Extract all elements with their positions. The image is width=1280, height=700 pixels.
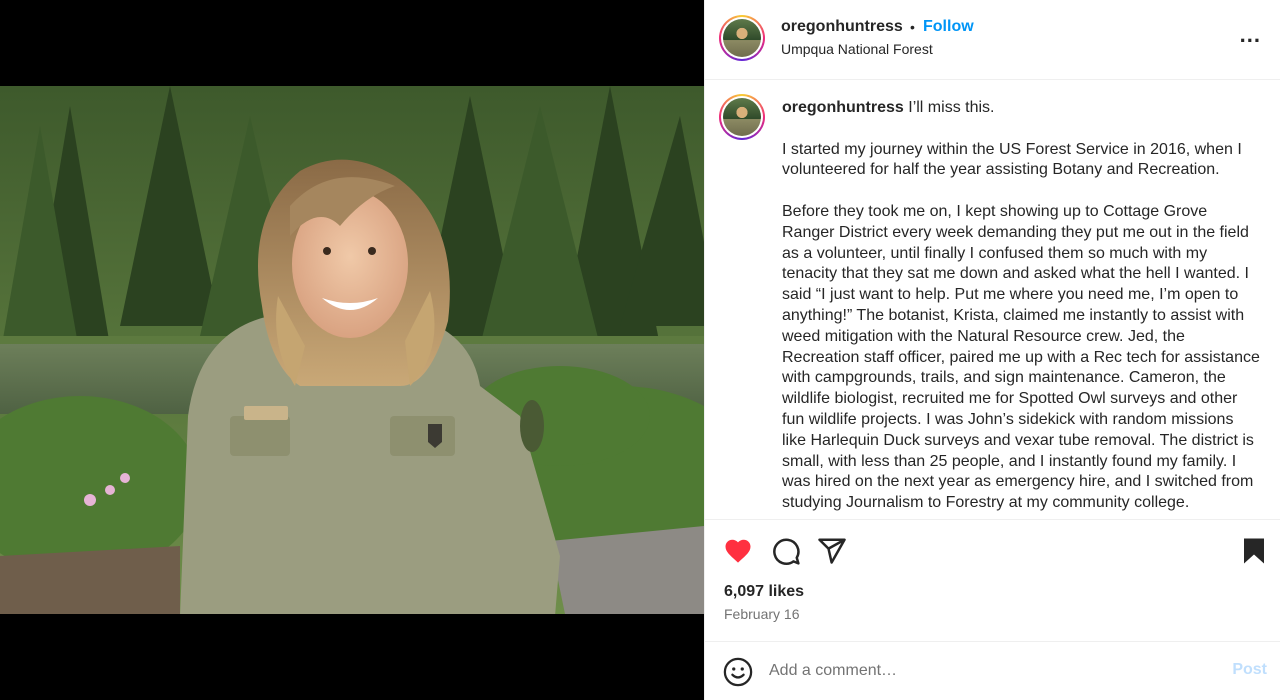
avatar-image	[723, 98, 761, 136]
forest-ranger-photo	[0, 86, 704, 614]
comment-box: Post	[705, 641, 1280, 700]
smiley-icon[interactable]	[723, 657, 753, 687]
avatar-image	[723, 19, 761, 57]
post-comment-button[interactable]: Post	[1232, 661, 1267, 679]
post-caption: oregonhuntress I’ll miss this. I started…	[705, 80, 1280, 520]
bookmark-filled-icon[interactable]	[1239, 536, 1269, 566]
comment-input[interactable]	[769, 658, 1209, 684]
caption-author-avatar[interactable]	[719, 94, 765, 140]
caption-paragraph-1: I started my journey within the US Fores…	[782, 140, 1242, 179]
author-username[interactable]: oregonhuntress	[781, 18, 903, 36]
post-date[interactable]: February 16	[724, 606, 799, 622]
instagram-post-modal: oregonhuntress • Follow Umpqua National …	[0, 0, 1280, 700]
post-details-panel: oregonhuntress • Follow Umpqua National …	[704, 0, 1280, 700]
post-media	[0, 0, 704, 700]
avatar-ring-inner	[721, 96, 763, 138]
follow-button[interactable]: Follow	[923, 18, 974, 36]
caption-opening: I’ll miss this.	[908, 99, 995, 116]
avatar-ring-inner	[721, 17, 763, 59]
separator-dot: •	[910, 19, 915, 35]
post-header: oregonhuntress • Follow Umpqua National …	[705, 0, 1280, 80]
caption-paragraph-2: Before they took me on, I kept showing u…	[782, 202, 1260, 512]
paper-plane-icon[interactable]	[817, 536, 847, 566]
heart-filled-icon[interactable]	[723, 536, 753, 566]
post-photo[interactable]	[0, 86, 704, 614]
caption-username[interactable]: oregonhuntress	[782, 99, 904, 116]
author-avatar[interactable]	[719, 15, 765, 61]
likes-count[interactable]: 6,097 likes	[724, 583, 804, 601]
action-bar	[705, 520, 1280, 580]
caption-first-line: oregonhuntress I’ll miss this.	[782, 98, 1260, 119]
post-location[interactable]: Umpqua National Forest	[781, 41, 933, 57]
more-options-icon[interactable]: ...	[1240, 22, 1261, 48]
comment-bubble-icon[interactable]	[771, 536, 801, 566]
caption-text: oregonhuntress I’ll miss this. I started…	[782, 98, 1260, 519]
